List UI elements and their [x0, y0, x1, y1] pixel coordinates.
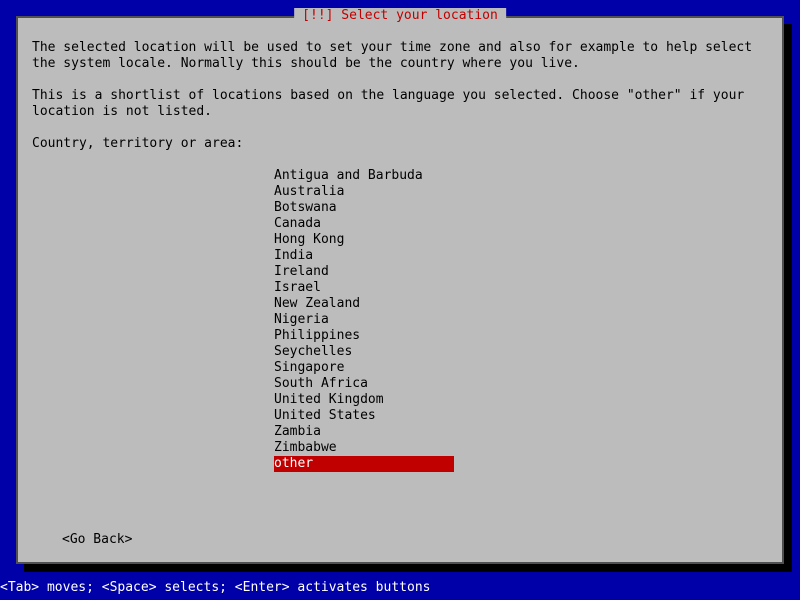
footer-help-text: <Tab> moves; <Space> selects; <Enter> ac…	[0, 580, 430, 596]
list-item[interactable]: United States	[274, 408, 768, 424]
list-item[interactable]: Australia	[274, 184, 768, 200]
list-item[interactable]: Israel	[274, 280, 768, 296]
list-item[interactable]: India	[274, 248, 768, 264]
list-item-selected[interactable]: other	[274, 456, 454, 472]
dialog-title: [!!] Select your location	[294, 8, 506, 24]
dialog-content: The selected location will be used to se…	[18, 18, 782, 486]
list-item[interactable]: South Africa	[274, 376, 768, 392]
description-text-1: The selected location will be used to se…	[32, 40, 768, 72]
list-item[interactable]: Philippines	[274, 328, 768, 344]
list-item[interactable]: Singapore	[274, 360, 768, 376]
list-item[interactable]: Nigeria	[274, 312, 768, 328]
list-item[interactable]: Hong Kong	[274, 232, 768, 248]
list-item[interactable]: United Kingdom	[274, 392, 768, 408]
list-item[interactable]: Botswana	[274, 200, 768, 216]
prompt-label: Country, territory or area:	[32, 136, 768, 152]
list-item[interactable]: Zambia	[274, 424, 768, 440]
list-item[interactable]: Antigua and Barbuda	[274, 168, 768, 184]
go-back-button[interactable]: Go Back	[62, 532, 132, 548]
description-text-2: This is a shortlist of locations based o…	[32, 88, 768, 120]
list-item[interactable]: Zimbabwe	[274, 440, 768, 456]
list-item[interactable]: Ireland	[274, 264, 768, 280]
location-list: Antigua and Barbuda Australia Botswana C…	[274, 168, 768, 472]
list-item[interactable]: Canada	[274, 216, 768, 232]
location-dialog: [!!] Select your location The selected l…	[16, 16, 784, 564]
list-item[interactable]: Seychelles	[274, 344, 768, 360]
list-item[interactable]: New Zealand	[274, 296, 768, 312]
